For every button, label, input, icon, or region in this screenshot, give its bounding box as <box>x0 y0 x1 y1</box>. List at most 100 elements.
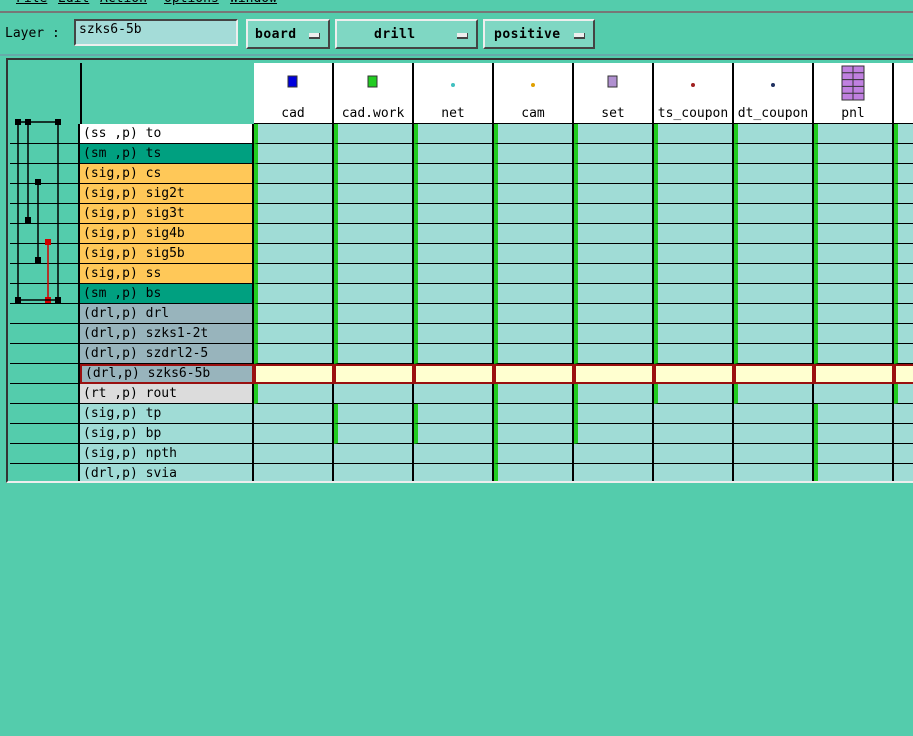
matrix-cell[interactable] <box>414 224 494 244</box>
matrix-cell[interactable] <box>894 144 913 164</box>
matrix-cell[interactable] <box>574 184 654 204</box>
column-header-cad-work[interactable]: cad.work <box>334 63 414 124</box>
matrix-cell[interactable] <box>574 284 654 304</box>
matrix-cell[interactable] <box>334 324 414 344</box>
matrix-cell[interactable] <box>734 284 814 304</box>
matrix-cell[interactable] <box>334 144 414 164</box>
matrix-cell[interactable] <box>654 264 734 284</box>
column-header-c[interactable]: c <box>894 63 913 124</box>
menu-file[interactable]: File <box>16 0 47 6</box>
matrix-cell[interactable] <box>254 164 334 184</box>
menu-edit[interactable]: Edit <box>58 0 89 6</box>
matrix-cell[interactable] <box>494 404 574 424</box>
matrix-cell[interactable] <box>254 344 334 364</box>
matrix-cell[interactable] <box>414 464 494 481</box>
matrix-cell[interactable] <box>894 164 913 184</box>
matrix-cell[interactable] <box>734 204 814 224</box>
column-header-cam[interactable]: cam <box>494 63 574 124</box>
matrix-cell[interactable] <box>654 424 734 444</box>
matrix-cell[interactable] <box>574 444 654 464</box>
matrix-cell[interactable] <box>414 184 494 204</box>
matrix-cell[interactable] <box>814 124 894 144</box>
matrix-cell[interactable] <box>894 444 913 464</box>
matrix-cell[interactable] <box>654 404 734 424</box>
matrix-cell[interactable] <box>574 424 654 444</box>
matrix-cell[interactable] <box>894 284 913 304</box>
matrix-cell[interactable] <box>654 144 734 164</box>
column-header-dt-coupon[interactable]: dt_coupon <box>734 63 814 124</box>
layer-row-name[interactable]: (sig,p) sig4b <box>80 224 254 244</box>
matrix-cell[interactable] <box>894 344 913 364</box>
matrix-cell[interactable] <box>734 264 814 284</box>
matrix-cell[interactable] <box>254 444 334 464</box>
matrix-cell[interactable] <box>734 124 814 144</box>
matrix-cell[interactable] <box>334 224 414 244</box>
layer-row-name[interactable]: (drl,p) szks6-5b <box>80 364 254 384</box>
matrix-cell[interactable] <box>654 164 734 184</box>
matrix-cell[interactable] <box>254 224 334 244</box>
matrix-cell[interactable] <box>494 184 574 204</box>
matrix-cell[interactable] <box>574 124 654 144</box>
matrix-cell[interactable] <box>334 344 414 364</box>
matrix-cell[interactable] <box>494 124 574 144</box>
matrix-cell[interactable] <box>654 364 734 384</box>
matrix-cell[interactable] <box>814 424 894 444</box>
menu-action[interactable]: Action <box>100 0 147 6</box>
matrix-cell[interactable] <box>254 244 334 264</box>
matrix-cell[interactable] <box>494 324 574 344</box>
matrix-cell[interactable] <box>734 304 814 324</box>
matrix-cell[interactable] <box>334 424 414 444</box>
matrix-cell[interactable] <box>814 384 894 404</box>
matrix-cell[interactable] <box>254 144 334 164</box>
matrix-cell[interactable] <box>654 184 734 204</box>
matrix-cell[interactable] <box>814 444 894 464</box>
layer-row-name[interactable]: (sig,p) sig3t <box>80 204 254 224</box>
matrix-cell[interactable] <box>494 444 574 464</box>
matrix-cell[interactable] <box>814 244 894 264</box>
matrix-cell[interactable] <box>814 344 894 364</box>
polarity-select[interactable]: positive <box>483 19 595 49</box>
matrix-cell[interactable] <box>734 344 814 364</box>
column-header-pnl[interactable]: pnl <box>814 63 894 124</box>
matrix-cell[interactable] <box>734 324 814 344</box>
matrix-cell[interactable] <box>414 124 494 144</box>
matrix-cell[interactable] <box>414 404 494 424</box>
matrix-cell[interactable] <box>894 464 913 481</box>
column-header-cad[interactable]: cad <box>254 63 334 124</box>
matrix-cell[interactable] <box>894 244 913 264</box>
matrix-cell[interactable] <box>654 344 734 364</box>
matrix-cell[interactable] <box>254 324 334 344</box>
matrix-cell[interactable] <box>414 364 494 384</box>
matrix-cell[interactable] <box>574 244 654 264</box>
matrix-cell[interactable] <box>734 144 814 164</box>
matrix-cell[interactable] <box>334 284 414 304</box>
matrix-cell[interactable] <box>894 324 913 344</box>
matrix-cell[interactable] <box>734 404 814 424</box>
matrix-cell[interactable] <box>574 464 654 481</box>
matrix-cell[interactable] <box>414 384 494 404</box>
matrix-cell[interactable] <box>414 444 494 464</box>
matrix-cell[interactable] <box>574 364 654 384</box>
matrix-cell[interactable] <box>254 464 334 481</box>
matrix-cell[interactable] <box>814 404 894 424</box>
matrix-cell[interactable] <box>334 304 414 324</box>
matrix-cell[interactable] <box>894 424 913 444</box>
matrix-cell[interactable] <box>894 224 913 244</box>
matrix-cell[interactable] <box>894 124 913 144</box>
matrix-cell[interactable] <box>254 384 334 404</box>
matrix-cell[interactable] <box>574 144 654 164</box>
matrix-cell[interactable] <box>334 444 414 464</box>
matrix-cell[interactable] <box>494 344 574 364</box>
layer-row-name[interactable]: (sig,p) cs <box>80 164 254 184</box>
menu-options[interactable]: Options <box>164 0 219 6</box>
matrix-cell[interactable] <box>654 204 734 224</box>
matrix-cell[interactable] <box>254 124 334 144</box>
matrix-cell[interactable] <box>654 444 734 464</box>
matrix-cell[interactable] <box>334 204 414 224</box>
matrix-cell[interactable] <box>574 344 654 364</box>
matrix-cell[interactable] <box>574 204 654 224</box>
matrix-cell[interactable] <box>334 264 414 284</box>
column-header-set[interactable]: set <box>574 63 654 124</box>
matrix-cell[interactable] <box>494 424 574 444</box>
matrix-cell[interactable] <box>894 404 913 424</box>
